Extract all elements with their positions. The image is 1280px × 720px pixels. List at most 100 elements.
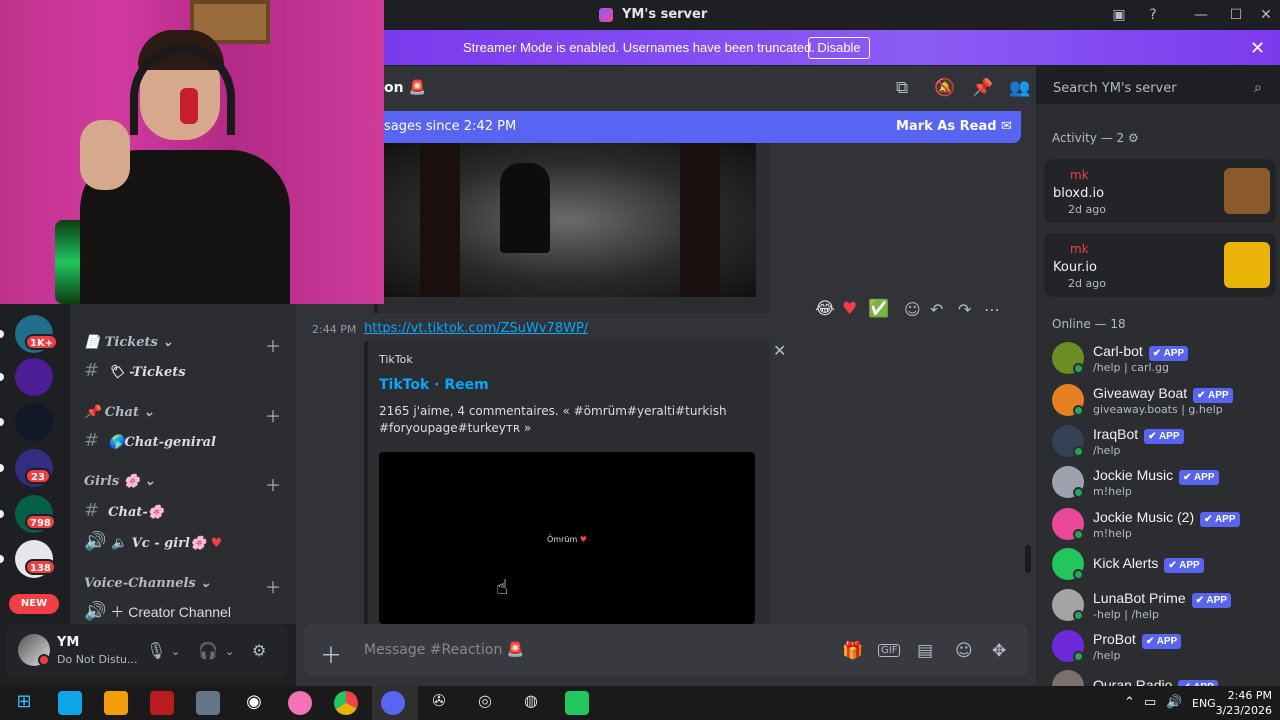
- app-tag: ✔ APP: [1141, 634, 1182, 649]
- settings-gear-icon[interactable]: ⚙: [252, 641, 266, 660]
- app-icon[interactable]: [565, 691, 589, 715]
- attach-icon[interactable]: ＋: [320, 638, 342, 670]
- username[interactable]: YM: [57, 635, 79, 650]
- add-channel-icon[interactable]: ＋: [265, 403, 281, 427]
- sticker-icon[interactable]: ▤: [917, 641, 933, 661]
- member-name[interactable]: Kick Alerts ✔ APP: [1093, 555, 1204, 573]
- app-icon[interactable]: [288, 691, 312, 715]
- windows-start-icon[interactable]: ⊞: [12, 691, 36, 715]
- voice-channel-creator[interactable]: 🔊 ＋ Creator Channel: [84, 601, 231, 622]
- add-channel-icon[interactable]: ＋: [265, 472, 281, 496]
- new-badge[interactable]: NEW: [9, 594, 59, 614]
- reply-icon[interactable]: ↶: [930, 300, 943, 319]
- member-name[interactable]: LunaBot Prime ✔ APP: [1093, 590, 1231, 608]
- close-banner-icon[interactable]: ✕: [1250, 38, 1265, 59]
- category-girls[interactable]: Girls 🌸 ⌄: [84, 474, 155, 489]
- app-icon[interactable]: ◎: [473, 691, 497, 715]
- heart-reaction[interactable]: ♥: [842, 299, 857, 319]
- add-channel-icon[interactable]: ＋: [265, 333, 281, 357]
- add-reaction-icon[interactable]: ☺: [904, 300, 921, 319]
- message-input[interactable]: Message #Reaction 🚨: [364, 642, 524, 658]
- member-name[interactable]: IraqBot ✔ APP: [1093, 426, 1184, 444]
- channel-tickets[interactable]: # 🏷 -Tickets: [84, 360, 186, 381]
- mute-icon[interactable]: 🔕: [934, 78, 955, 98]
- banner-text: Streamer Mode is enabled. Usernames have…: [463, 40, 815, 55]
- clock-time[interactable]: 2:46 PM: [1222, 689, 1272, 702]
- maximize-button[interactable]: ☐: [1223, 4, 1249, 26]
- member-name[interactable]: Jockie Music (2) ✔ APP: [1093, 509, 1240, 527]
- channel-girls-chat[interactable]: # Chat-🌸: [84, 500, 164, 521]
- category-tickets[interactable]: 📄 Tickets ⌄: [84, 335, 173, 350]
- help-icon[interactable]: ?: [1140, 4, 1166, 26]
- category-voice-channels[interactable]: Voice-Channels ⌄: [84, 576, 211, 591]
- activity-time: 2d ago: [1068, 203, 1106, 216]
- more-icon[interactable]: ⋯: [984, 300, 1000, 319]
- server-badge: 798: [25, 514, 56, 530]
- inbox-icon[interactable]: ▣: [1106, 4, 1132, 26]
- server-icon[interactable]: [15, 358, 53, 396]
- discord-icon[interactable]: [381, 691, 405, 715]
- app-icon[interactable]: ✇: [427, 691, 451, 715]
- activity-heading: Activity — 2 ⚙: [1052, 131, 1139, 145]
- file-explorer-icon[interactable]: [104, 691, 128, 715]
- member-name[interactable]: Giveaway Boat ✔ APP: [1093, 385, 1233, 403]
- activity-game: Kour.io: [1053, 260, 1097, 275]
- category-chat[interactable]: 📌 Chat ⌄: [84, 405, 154, 420]
- apps-icon[interactable]: ✥: [992, 641, 1006, 661]
- forward-icon[interactable]: ↷: [958, 300, 971, 319]
- chevron-down-icon[interactable]: ⌄: [171, 645, 180, 658]
- close-window-button[interactable]: ✕: [1253, 4, 1279, 26]
- voice-app-icon[interactable]: [150, 691, 174, 715]
- hand-cursor-icon: ☝: [496, 575, 509, 599]
- activity-user: mk: [1070, 242, 1089, 256]
- member-status-text: -help | /help: [1093, 608, 1159, 621]
- online-status-icon: [1073, 651, 1084, 662]
- server-badge: 1K+: [25, 334, 59, 350]
- member-status-text: /help | carl.gg: [1093, 361, 1170, 374]
- pin-icon[interactable]: 📌: [972, 78, 993, 98]
- member-name[interactable]: Jockie Music ✔ APP: [1093, 467, 1219, 485]
- video-thumbnail[interactable]: [380, 143, 756, 297]
- app-icon[interactable]: ◍: [519, 691, 543, 715]
- voice-channel-girls[interactable]: 🔊 🔈 Vc - girl🌸 ♥: [84, 531, 222, 552]
- members-icon[interactable]: 👥: [1009, 78, 1030, 98]
- server-badge: 138: [25, 559, 56, 575]
- remove-embed-icon[interactable]: ✕: [773, 341, 786, 360]
- server-icon[interactable]: [15, 403, 53, 441]
- server-badge: 23: [25, 468, 51, 484]
- channel-name: on 🚨: [384, 80, 426, 96]
- member-name[interactable]: Carl-bot ✔ APP: [1093, 343, 1189, 361]
- obs-icon[interactable]: ◉: [242, 691, 266, 715]
- chat-scrollbar[interactable]: [1025, 545, 1031, 573]
- store-icon[interactable]: [58, 691, 82, 715]
- laugh-reaction[interactable]: 😂: [815, 299, 835, 319]
- gif-icon[interactable]: GIF: [878, 644, 901, 657]
- chrome-icon[interactable]: [334, 691, 358, 715]
- volume-icon[interactable]: 🔊: [1166, 695, 1182, 710]
- embed-title[interactable]: TikTok · Reem: [379, 377, 489, 393]
- channel-chat-geniral[interactable]: # 🌎Chat-geniral: [84, 430, 216, 451]
- activity-time: 2d ago: [1068, 277, 1106, 290]
- add-channel-icon[interactable]: ＋: [265, 574, 281, 598]
- clock-date[interactable]: 3/23/2026: [1208, 704, 1272, 717]
- check-reaction[interactable]: ✅: [868, 299, 889, 319]
- network-icon[interactable]: ▭: [1144, 695, 1156, 710]
- mark-as-read-button[interactable]: Mark As Read ✉: [896, 119, 1012, 134]
- activity-game: bloxd.io: [1053, 186, 1105, 201]
- message-link[interactable]: https://vt.tiktok.com/ZSuWv78WP/: [364, 321, 588, 336]
- chevron-down-icon[interactable]: ⌄: [225, 645, 234, 658]
- embed-description: 2165 j'aime, 4 commentaires. « #ömrüm#ye…: [379, 404, 727, 435]
- microphone-icon[interactable]: 🎙: [146, 641, 166, 660]
- emoji-icon[interactable]: ☺: [955, 641, 973, 661]
- app-icon[interactable]: [196, 691, 220, 715]
- webcam-overlay: [0, 0, 384, 304]
- threads-icon[interactable]: ⧉: [896, 78, 908, 98]
- headphones-icon[interactable]: 🎧: [198, 641, 218, 660]
- member-name[interactable]: ProBot ✔ APP: [1093, 631, 1182, 649]
- gift-icon[interactable]: 🎁: [842, 641, 863, 661]
- embed-provider: TikTok: [379, 353, 413, 366]
- app-tag: ✔ APP: [1193, 388, 1233, 403]
- tray-chevron-icon[interactable]: ⌃: [1124, 695, 1135, 710]
- minimize-button[interactable]: —: [1188, 4, 1214, 26]
- disable-streamer-button[interactable]: Disable: [808, 37, 870, 59]
